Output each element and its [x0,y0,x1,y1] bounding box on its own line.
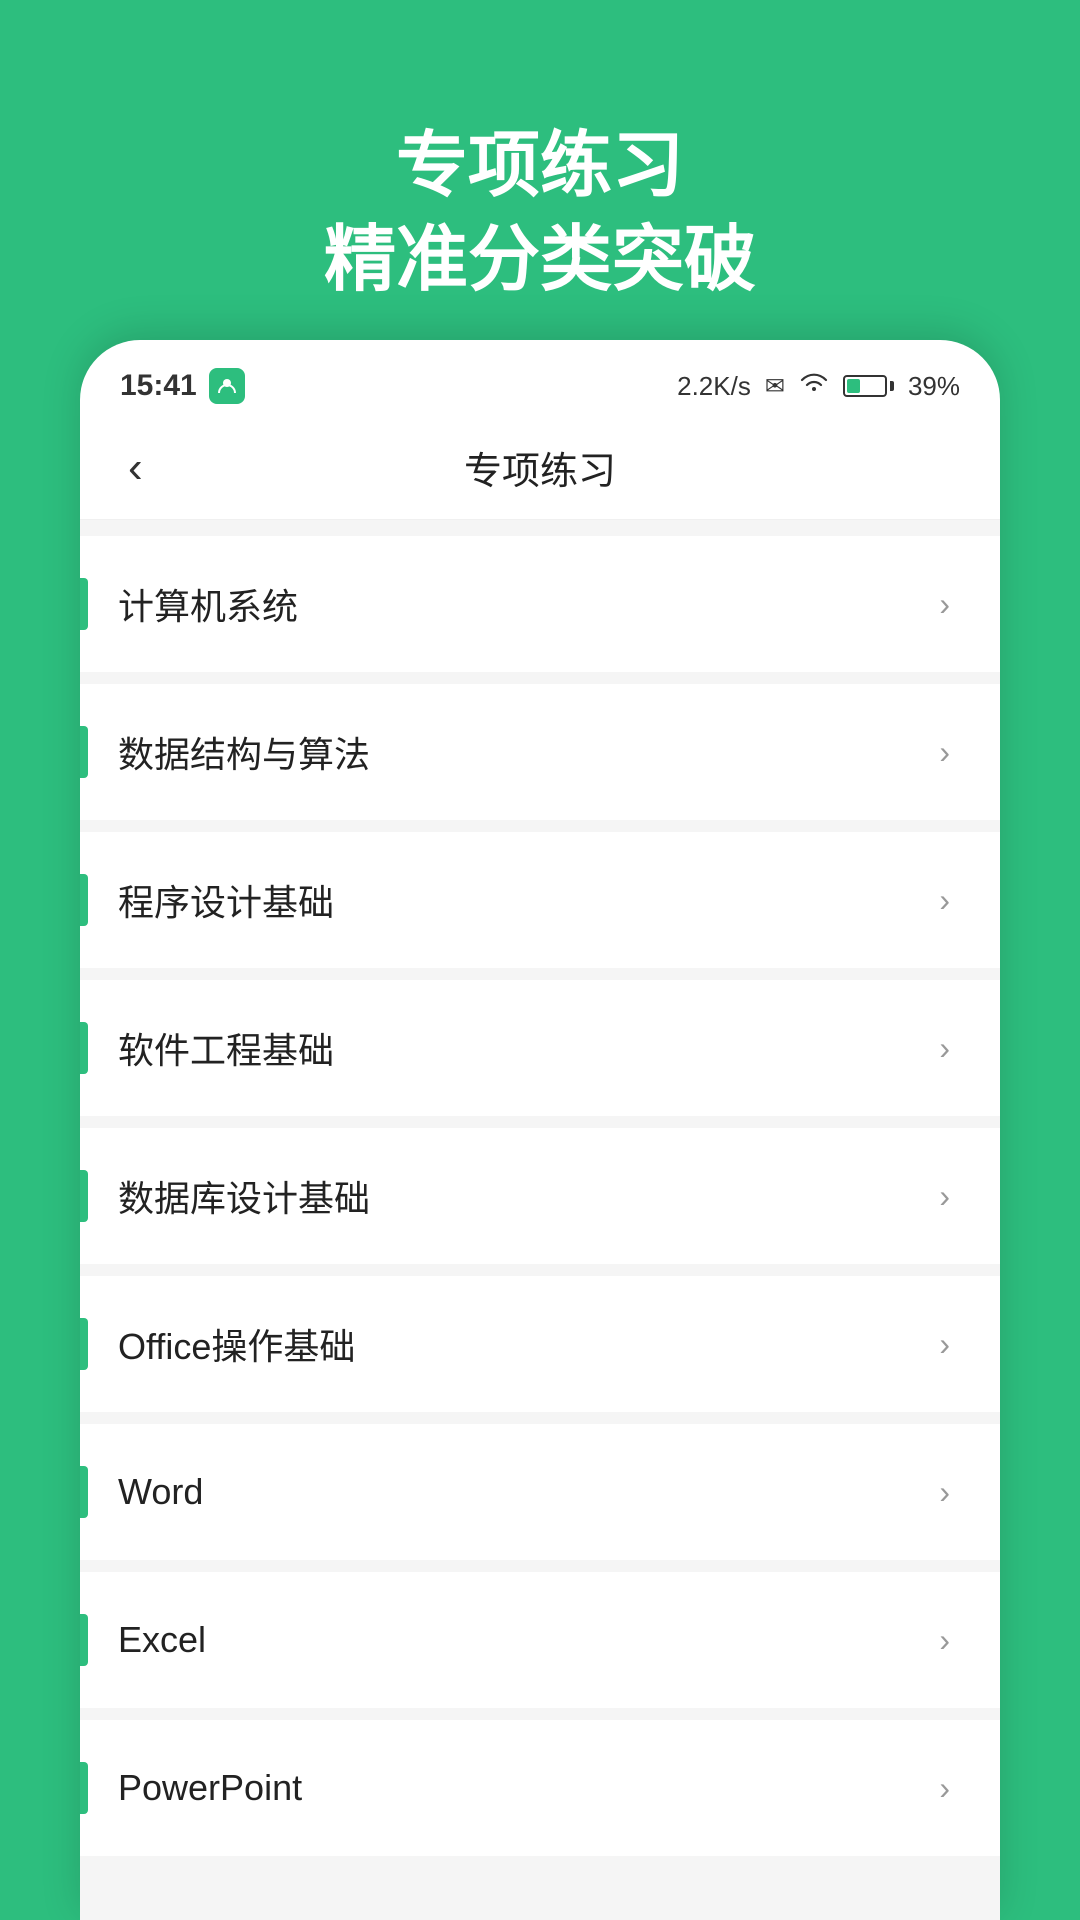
item-label: 数据库设计基础 [118,1170,919,1222]
item-label: 计算机系统 [118,578,919,630]
list-item[interactable]: 程序设计基础 › [80,832,1000,968]
app-icon [209,368,245,404]
item-label: Office操作基础 [118,1318,919,1370]
item-label: 软件工程基础 [118,1022,919,1074]
status-bar-right: 2.2K/s ✉ 39% [677,371,960,402]
list-item[interactable]: Word › [80,1424,1000,1560]
network-speed: 2.2K/s [677,371,751,402]
list-item[interactable]: Excel › [80,1572,1000,1708]
nav-bar: ‹ 专项练习 [80,420,1000,520]
status-time: 15:41 [120,369,197,403]
list-item[interactable]: 计算机系统 › [80,536,1000,672]
header-title-line2: 精准分类突破 [324,220,756,300]
list-item[interactable]: 数据库设计基础 › [80,1128,1000,1264]
status-bar: 15:41 2.2K/s ✉ [80,340,1000,420]
chevron-right-icon: › [939,1030,950,1067]
header-area: 专项练习 精准分类突破 [0,0,1080,387]
back-button[interactable]: ‹ [120,435,151,501]
chevron-right-icon: › [939,586,950,623]
item-label: Word [118,1471,919,1513]
status-bar-left: 15:41 [120,368,245,404]
list-item[interactable]: 数据结构与算法 › [80,684,1000,820]
list-container: 计算机系统 › 数据结构与算法 › 程序设计基础 › 软件工程基础 › 数据库设… [80,520,1000,1920]
item-accent [80,1170,88,1222]
chevron-right-icon: › [939,1474,950,1511]
chevron-right-icon: › [939,882,950,919]
chevron-right-icon: › [939,1622,950,1659]
item-accent [80,1318,88,1370]
item-label: PowerPoint [118,1767,919,1809]
list-item[interactable]: PowerPoint › [80,1720,1000,1856]
nav-title: 专项练习 [464,440,616,495]
item-label: 数据结构与算法 [118,726,919,778]
wifi-icon [799,371,829,402]
item-accent [80,874,88,926]
header-title: 专项练习 精准分类突破 [324,120,756,307]
item-label: 程序设计基础 [118,874,919,926]
battery-icon [843,375,894,397]
header-title-line1: 专项练习 [396,126,684,206]
item-accent [80,1762,88,1814]
item-accent [80,726,88,778]
item-accent [80,1614,88,1666]
item-accent [80,578,88,630]
chevron-right-icon: › [939,1770,950,1807]
chevron-right-icon: › [939,1178,950,1215]
list-item[interactable]: 软件工程基础 › [80,980,1000,1116]
chevron-right-icon: › [939,734,950,771]
phone-container: 15:41 2.2K/s ✉ [80,340,1000,1920]
item-accent [80,1466,88,1518]
item-label: Excel [118,1619,919,1661]
chevron-right-icon: › [939,1326,950,1363]
battery-percent: 39% [908,371,960,402]
list-item[interactable]: Office操作基础 › [80,1276,1000,1412]
item-accent [80,1022,88,1074]
message-icon: ✉ [765,372,785,401]
